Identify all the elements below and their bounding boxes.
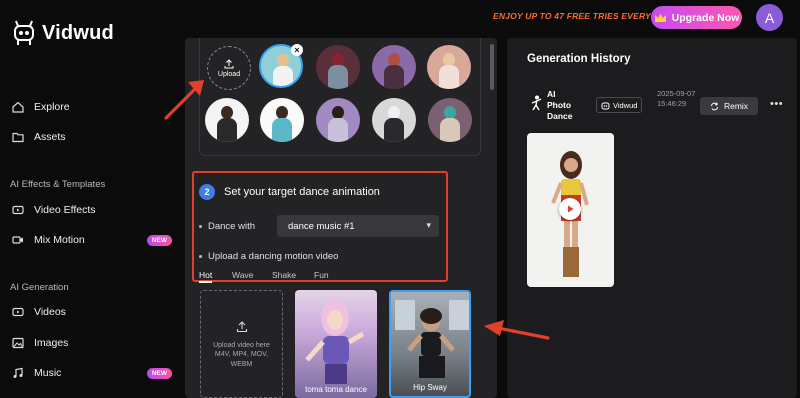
dance-figure-icon	[531, 95, 542, 111]
sidebar: Vidwud Explore Assets AI Effects & Templ…	[0, 0, 180, 398]
tab-shake[interactable]: Shake	[272, 270, 296, 280]
section-ai-effects: AI Effects & Templates	[10, 179, 106, 190]
upload-icon	[236, 321, 247, 333]
video-title: Hip Sway	[413, 383, 447, 392]
history-brand-text: Vidwud	[613, 100, 638, 110]
play-button[interactable]	[559, 198, 581, 220]
photo-thumbnail[interactable]	[372, 98, 416, 142]
dance-music-select[interactable]: dance music #1 ▾	[277, 215, 439, 237]
upload-hint: Upload video here M4V, MP4, MOV, WEBM	[213, 342, 270, 368]
folder-icon	[12, 132, 24, 143]
annotation-arrow-icon	[164, 80, 204, 120]
tab-hot[interactable]: Hot	[199, 270, 212, 280]
user-avatar[interactable]: A	[756, 4, 783, 31]
music-note-icon	[13, 367, 23, 378]
tab-wave[interactable]: Wave	[232, 270, 253, 280]
panel-scrollbar[interactable]	[490, 44, 494, 90]
photo-thumbnail[interactable]	[260, 98, 304, 142]
active-tab-underline	[199, 281, 212, 283]
sidebar-item-label: Explore	[34, 101, 70, 113]
new-badge: NEW	[146, 367, 172, 379]
sidebar-item-label: Music	[34, 367, 62, 379]
remove-photo-icon[interactable]: ×	[291, 44, 303, 56]
video-effects-icon	[12, 205, 24, 215]
photo-thumbnail[interactable]	[427, 45, 471, 89]
play-icon	[568, 205, 574, 213]
photo-thumbnail[interactable]	[428, 98, 472, 142]
tab-fun[interactable]: Fun	[314, 270, 329, 280]
dance-video-card[interactable]: toma toma dance	[295, 290, 377, 398]
step-title: Set your target dance animation	[224, 186, 380, 198]
history-title: Generation History	[527, 53, 631, 65]
sidebar-item-images[interactable]: Images	[12, 337, 172, 349]
upload-motion-text: Upload a dancing motion video	[208, 251, 339, 262]
remix-label: Remix	[723, 101, 749, 111]
sidebar-item-label: Assets	[34, 131, 66, 143]
crown-icon	[654, 13, 666, 22]
sidebar-item-label: Videos	[34, 306, 66, 318]
camera-icon	[12, 236, 23, 244]
chevron-down-icon: ▾	[426, 220, 431, 230]
app-root: Vidwud Explore Assets AI Effects & Templ…	[0, 0, 800, 398]
sidebar-item-assets[interactable]: Assets	[12, 131, 172, 143]
upload-label: Upload	[217, 70, 241, 78]
sidebar-item-mix-motion[interactable]: Mix Motion NEW	[12, 234, 172, 246]
photo-thumbnail[interactable]	[205, 98, 249, 142]
upload-video-dropzone[interactable]: Upload video here M4V, MP4, MOV, WEBM	[200, 290, 283, 398]
history-brand-badge: Vidwud	[596, 97, 643, 113]
video-title: toma toma dance	[305, 385, 367, 394]
brand-name: Vidwud	[42, 21, 114, 44]
robot-logo-icon	[14, 20, 34, 45]
photo-thumbnail[interactable]	[316, 45, 360, 89]
dance-select-value: dance music #1	[288, 220, 355, 232]
refresh-icon	[710, 102, 718, 110]
upload-motion-label: Upload a dancing motion video	[199, 251, 338, 262]
image-icon	[12, 337, 24, 349]
history-type: AI Photo Dance	[547, 89, 573, 122]
sidebar-item-video-effects[interactable]: Video Effects	[12, 204, 172, 216]
promo-text: ENJOY UP TO 47 FREE TRIES EVERY DAY!	[493, 11, 675, 21]
step-number: 2	[199, 184, 215, 200]
upgrade-label: Upgrade Now	[671, 11, 740, 24]
sidebar-item-music[interactable]: Music NEW	[12, 367, 172, 379]
upgrade-button[interactable]: Upgrade Now	[651, 6, 742, 29]
history-timestamp: 2025-09-07 15:46:29	[657, 89, 696, 109]
sidebar-item-label: Mix Motion	[34, 234, 85, 246]
sidebar-item-label: Images	[34, 337, 69, 349]
robot-logo-icon	[601, 102, 610, 109]
upload-icon	[224, 58, 234, 68]
brand-logo[interactable]: Vidwud	[12, 20, 114, 46]
annotation-arrow-icon	[484, 320, 550, 340]
more-options-icon[interactable]: •••	[770, 98, 783, 110]
dance-video-card-selected[interactable]: Hip Sway	[389, 290, 471, 398]
dance-with-text: Dance with	[208, 221, 255, 232]
photo-thumbnail[interactable]	[372, 45, 416, 89]
new-badge: NEW	[146, 234, 172, 246]
dancer-figure	[305, 300, 365, 384]
dance-with-label: Dance with	[199, 221, 255, 232]
section-ai-generation: AI Generation	[10, 282, 69, 293]
home-icon	[12, 101, 24, 113]
upload-photo-button[interactable]: Upload	[207, 46, 251, 90]
video-icon	[12, 307, 24, 317]
sidebar-item-videos[interactable]: Videos	[12, 306, 172, 318]
remix-button[interactable]: Remix	[700, 97, 758, 115]
sidebar-item-explore[interactable]: Explore	[12, 101, 172, 113]
sidebar-item-label: Video Effects	[34, 204, 96, 216]
photo-thumbnail[interactable]	[316, 98, 360, 142]
